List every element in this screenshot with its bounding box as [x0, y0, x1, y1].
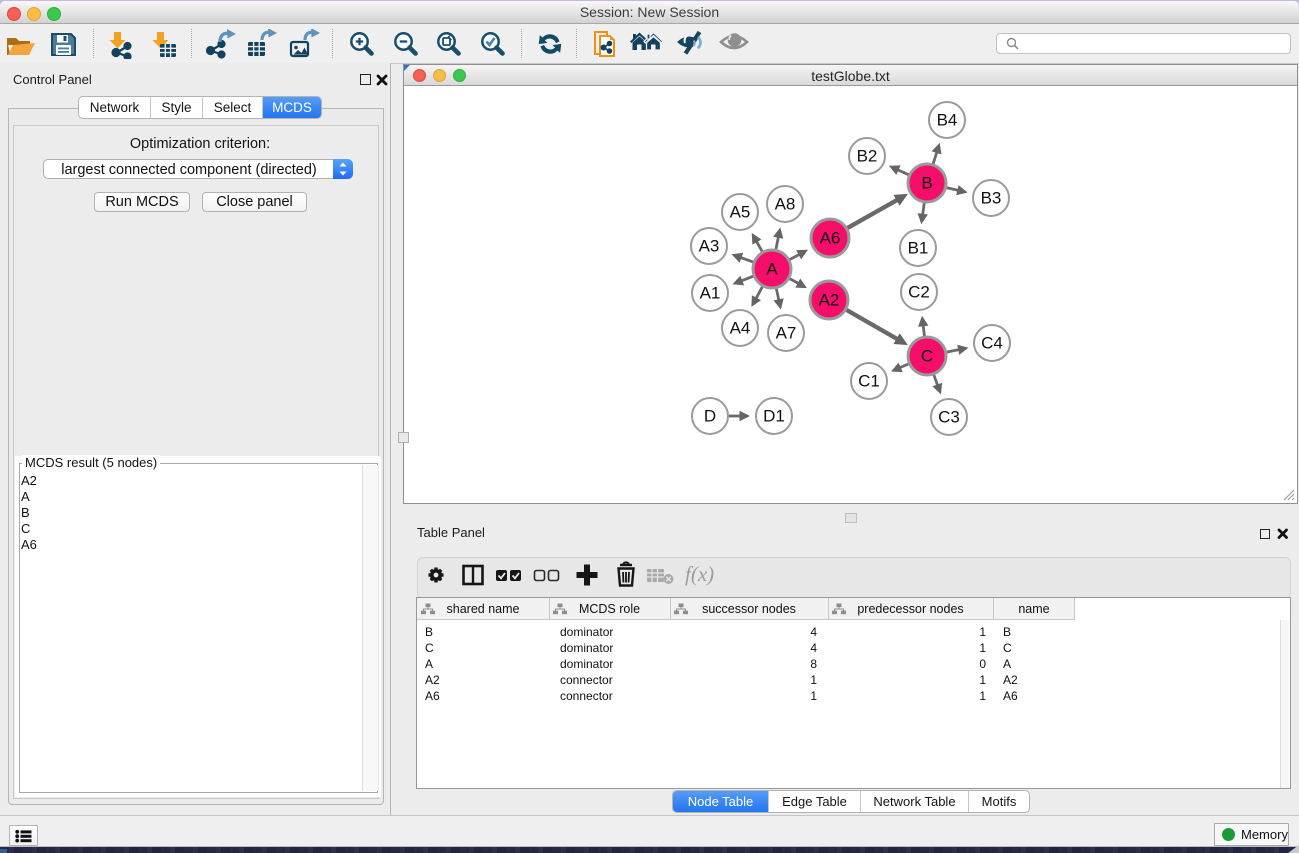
- svg-text:B1: B1: [908, 239, 929, 258]
- svg-text:C4: C4: [981, 334, 1003, 353]
- svg-text:A: A: [766, 260, 778, 279]
- svg-text:A7: A7: [776, 324, 797, 343]
- svg-text:C3: C3: [938, 408, 960, 427]
- svg-text:A1: A1: [700, 284, 721, 303]
- svg-text:A8: A8: [775, 195, 796, 214]
- svg-text:A5: A5: [730, 203, 751, 222]
- svg-text:A2: A2: [819, 291, 840, 310]
- svg-text:B4: B4: [937, 111, 958, 130]
- svg-text:A4: A4: [730, 319, 751, 338]
- svg-text:B3: B3: [981, 189, 1002, 208]
- svg-text:A6: A6: [820, 229, 841, 248]
- svg-text:C2: C2: [908, 283, 930, 302]
- svg-text:D1: D1: [763, 407, 785, 426]
- svg-text:A3: A3: [699, 237, 720, 256]
- svg-text:B2: B2: [857, 147, 878, 166]
- svg-text:B: B: [921, 174, 932, 193]
- svg-text:C1: C1: [858, 372, 880, 391]
- svg-text:C: C: [921, 347, 933, 366]
- svg-text:D: D: [704, 407, 716, 426]
